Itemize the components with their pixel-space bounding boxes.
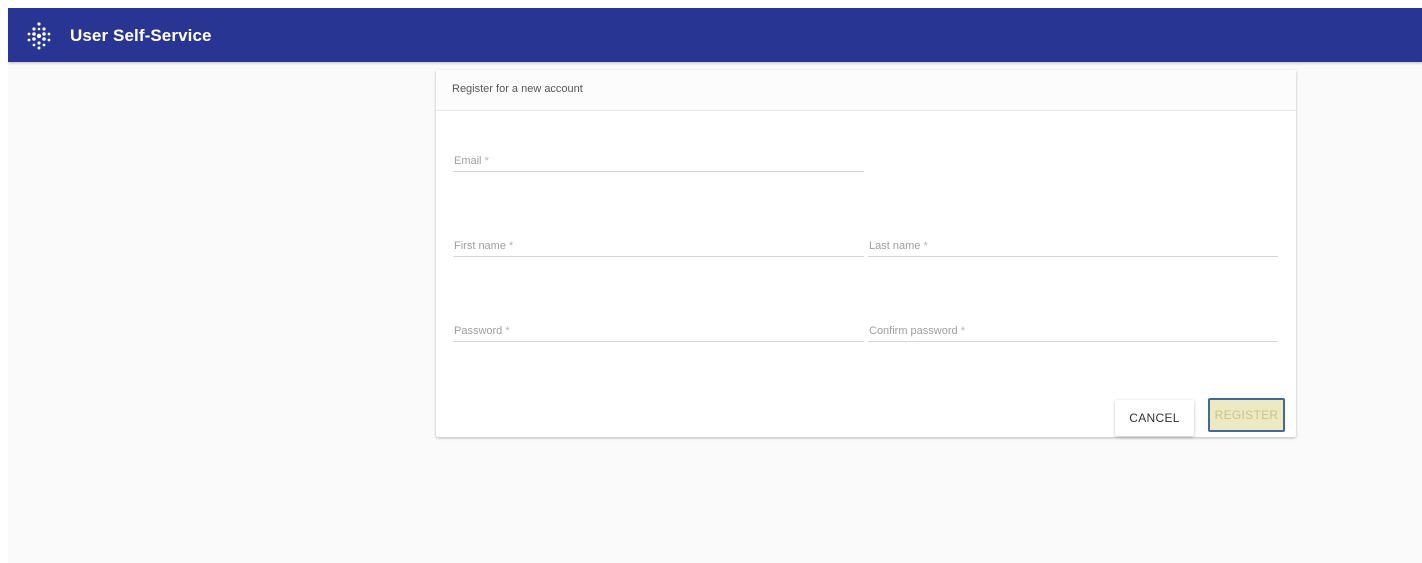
top-app-bar: User Self-Service: [8, 8, 1422, 62]
email-field[interactable]: Email *: [453, 145, 864, 172]
confirm-password-field[interactable]: Confirm password *: [868, 315, 1278, 342]
dots-diamond-logo-icon: [27, 22, 51, 50]
confirm-password-label: Confirm password *: [869, 325, 965, 337]
card-title: Register for a new account: [452, 83, 583, 95]
last-name-field[interactable]: Last name *: [868, 230, 1278, 257]
first-name-field[interactable]: First name *: [453, 230, 864, 257]
first-name-label: First name *: [454, 240, 514, 252]
email-label: Email *: [454, 155, 489, 167]
last-name-label: Last name *: [869, 240, 928, 252]
page: User Self-Service Register for a new acc…: [8, 8, 1422, 563]
register-button[interactable]: REGISTER: [1208, 398, 1285, 432]
password-field[interactable]: Password *: [453, 315, 864, 342]
password-label: Password *: [454, 325, 510, 337]
app-title: User Self-Service: [70, 26, 212, 45]
register-card: Register for a new account Email * First…: [436, 70, 1296, 437]
cancel-button[interactable]: CANCEL: [1115, 400, 1194, 436]
card-header: Register for a new account: [436, 70, 1296, 111]
